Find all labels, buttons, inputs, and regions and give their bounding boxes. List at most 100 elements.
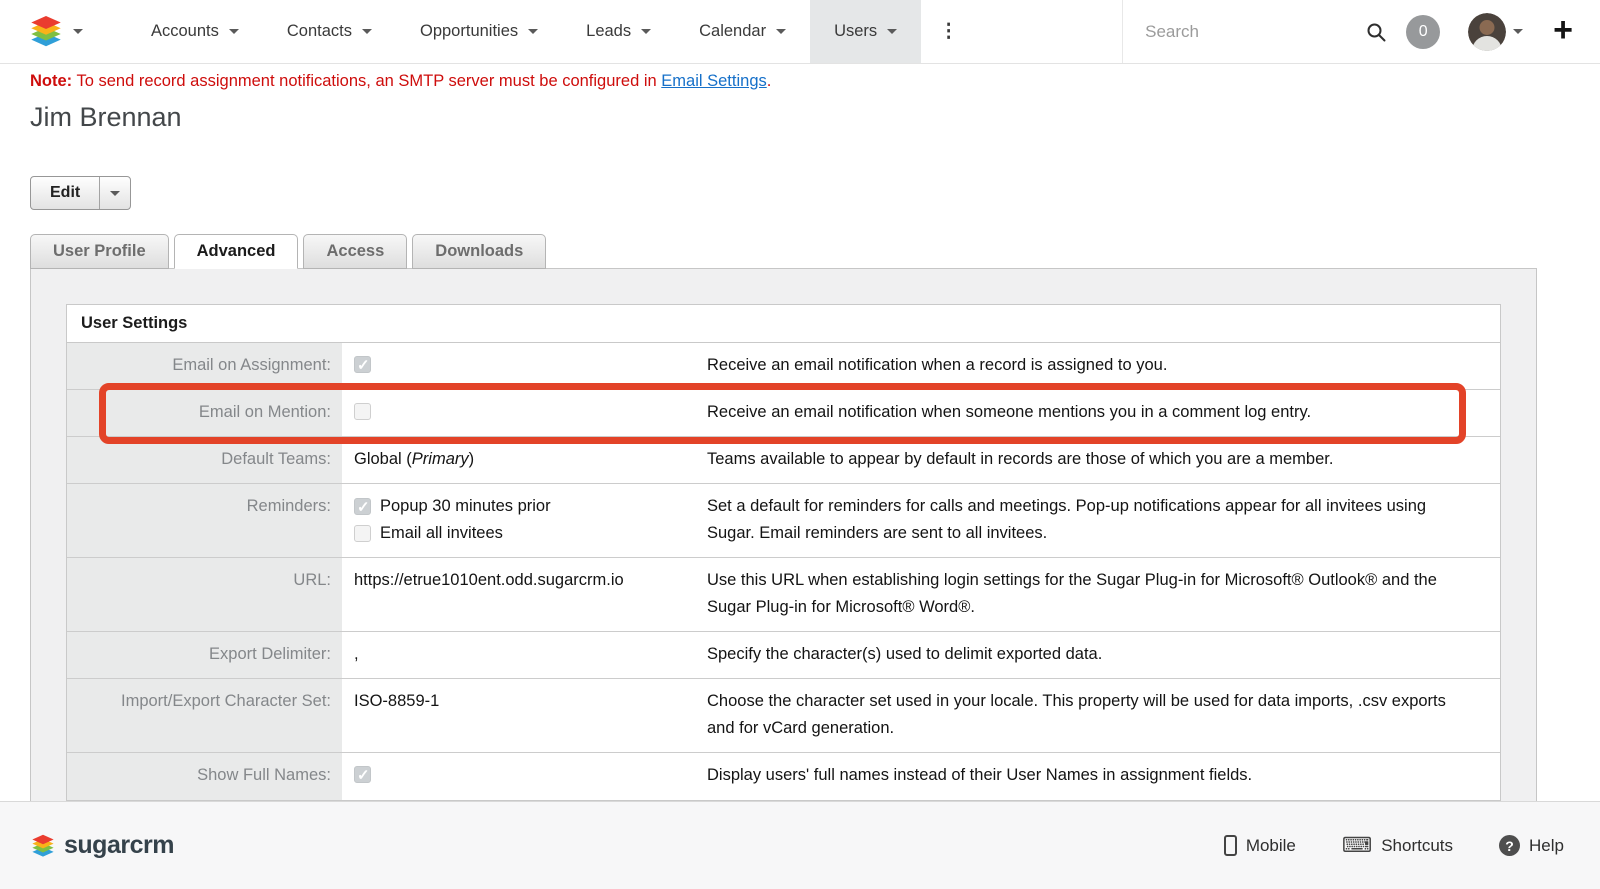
value-italic: Primary	[412, 450, 469, 468]
chevron-down-icon	[887, 29, 897, 34]
row-value	[342, 753, 695, 800]
search-box	[1122, 0, 1380, 63]
notification-badge[interactable]: 0	[1406, 15, 1440, 49]
row-label: Export Delimiter:	[67, 632, 342, 678]
user-menu[interactable]	[1468, 13, 1523, 51]
mobile-icon	[1224, 835, 1237, 856]
search-input[interactable]	[1145, 22, 1366, 42]
row-label: Show Full Names:	[67, 753, 342, 800]
row-value: Popup 30 minutes priorEmail all invitees	[342, 484, 695, 557]
row-description: Set a default for reminders for calls an…	[695, 484, 1500, 557]
edit-dropdown-toggle[interactable]	[99, 177, 130, 209]
checkbox-checked[interactable]	[354, 356, 371, 373]
sugarcrm-logo-icon	[28, 15, 64, 48]
row-label: Default Teams:	[67, 437, 342, 483]
checkbox-option-label: Email all invitees	[380, 520, 503, 547]
nav-item-label: Accounts	[151, 22, 219, 41]
chevron-down-icon	[229, 29, 239, 34]
checkbox-checked[interactable]	[354, 498, 371, 515]
row-value	[342, 343, 695, 389]
nav-item-label: Calendar	[699, 22, 766, 41]
nav-item-label: Contacts	[287, 22, 352, 41]
row-value: https://etrue1010ent.odd.sugarcrm.io	[342, 558, 695, 631]
sugarcrm-cube-menu[interactable]	[0, 15, 91, 48]
row-value: Global (Primary)	[342, 437, 695, 483]
email-settings-link[interactable]: Email Settings	[661, 72, 766, 90]
nav-item-accounts[interactable]: Accounts	[127, 0, 263, 63]
help-icon: ?	[1499, 835, 1520, 856]
note-prefix: Note:	[30, 72, 72, 90]
checkbox-checked[interactable]	[354, 766, 371, 783]
footer: sugarcrm Mobile ⌨ Shortcuts? Help	[0, 801, 1600, 889]
checkbox-unchecked[interactable]	[354, 525, 371, 542]
section-title: User Settings	[67, 305, 1500, 343]
kebab-menu-icon[interactable]: ⋮	[921, 20, 977, 43]
profile-tabs: User ProfileAdvancedAccessDownloads	[30, 234, 1600, 269]
nav-item-opportunities[interactable]: Opportunities	[396, 0, 562, 63]
settings-row-show-full-names: Show Full Names: Display users' full name…	[67, 753, 1500, 800]
nav-item-leads[interactable]: Leads	[562, 0, 675, 63]
chevron-down-icon	[528, 29, 538, 34]
nav-item-contacts[interactable]: Contacts	[263, 0, 396, 63]
tab-advanced[interactable]: Advanced	[174, 234, 299, 269]
advanced-tab-panel: User Settings Email on Assignment: Receiv…	[30, 268, 1537, 830]
search-icon[interactable]	[1366, 22, 1386, 42]
chevron-down-icon	[110, 191, 120, 196]
footer-link-help[interactable]: ? Help	[1499, 835, 1564, 856]
settings-row-reminders: Reminders:Popup 30 minutes priorEmail al…	[67, 484, 1500, 558]
checkbox-option-label: Popup 30 minutes prior	[380, 493, 551, 520]
footer-link-label: Help	[1529, 836, 1564, 856]
checkbox-option-email-all-invitees: Email all invitees	[354, 520, 683, 547]
row-label: Reminders:	[67, 484, 342, 557]
row-description: Display users' full names instead of the…	[695, 753, 1500, 800]
quick-create-plus-icon[interactable]: +	[1553, 13, 1573, 47]
nav-item-label: Leads	[586, 22, 631, 41]
settings-row-url: URL:https://etrue1010ent.odd.sugarcrm.io…	[67, 558, 1500, 632]
footer-brand[interactable]: sugarcrm	[30, 831, 174, 860]
sugarcrm-logo-icon	[30, 834, 56, 858]
smtp-note: Note: To send record assignment notifica…	[30, 72, 1600, 91]
edit-button-label[interactable]: Edit	[31, 177, 99, 209]
row-label: Email on Assignment:	[67, 343, 342, 389]
footer-brand-label: sugarcrm	[64, 831, 174, 860]
row-label: Import/Export Character Set:	[67, 679, 342, 752]
row-description: Receive an email notification when someo…	[695, 390, 1500, 436]
settings-row-email-on-assignment: Email on Assignment: Receive an email not…	[67, 343, 1500, 390]
chevron-down-icon	[1513, 29, 1523, 34]
chevron-down-icon	[362, 29, 372, 34]
row-description: Specify the character(s) used to delimit…	[695, 632, 1500, 678]
tab-access[interactable]: Access	[303, 234, 407, 269]
edit-button[interactable]: Edit	[30, 176, 131, 210]
note-body: To send record assignment notifications,…	[72, 72, 661, 90]
row-value	[342, 390, 695, 436]
row-description: Choose the character set used in your lo…	[695, 679, 1500, 752]
settings-row-import-export-character-set: Import/Export Character Set:ISO-8859-1Ch…	[67, 679, 1500, 753]
chevron-down-icon	[776, 29, 786, 34]
row-value: ,	[342, 632, 695, 678]
top-navigation: Accounts Contacts Opportunities Leads Calend…	[0, 0, 1600, 64]
tab-user-profile[interactable]: User Profile	[30, 234, 169, 269]
row-description: Teams available to appear by default in …	[695, 437, 1500, 483]
chevron-down-icon	[641, 29, 651, 34]
footer-link-label: Shortcuts	[1381, 836, 1453, 856]
nav-items: Accounts Contacts Opportunities Leads Calend…	[127, 0, 921, 63]
nav-item-label: Opportunities	[420, 22, 518, 41]
settings-rows: Email on Assignment: Receive an email not…	[67, 343, 1500, 800]
row-description: Receive an email notification when a rec…	[695, 343, 1500, 389]
tab-downloads[interactable]: Downloads	[412, 234, 546, 269]
page-title: Jim Brennan	[30, 102, 1600, 133]
nav-item-label: Users	[834, 22, 877, 41]
footer-link-mobile[interactable]: Mobile	[1224, 835, 1296, 856]
row-description: Use this URL when establishing login set…	[695, 558, 1500, 631]
row-value: ISO-8859-1	[342, 679, 695, 752]
settings-row-export-delimiter: Export Delimiter:,Specify the character(…	[67, 632, 1500, 679]
checkbox-unchecked[interactable]	[354, 403, 371, 420]
settings-row-email-on-mention: Email on Mention:Receive an email notifi…	[67, 390, 1500, 437]
keyboard-icon: ⌨	[1342, 835, 1372, 856]
row-label: URL:	[67, 558, 342, 631]
footer-links: Mobile ⌨ Shortcuts? Help	[1224, 835, 1564, 856]
settings-row-default-teams: Default Teams:Global (Primary)Teams avai…	[67, 437, 1500, 484]
nav-item-calendar[interactable]: Calendar	[675, 0, 810, 63]
nav-item-users[interactable]: Users	[810, 0, 921, 63]
footer-link-shortcuts[interactable]: ⌨ Shortcuts	[1342, 835, 1453, 856]
